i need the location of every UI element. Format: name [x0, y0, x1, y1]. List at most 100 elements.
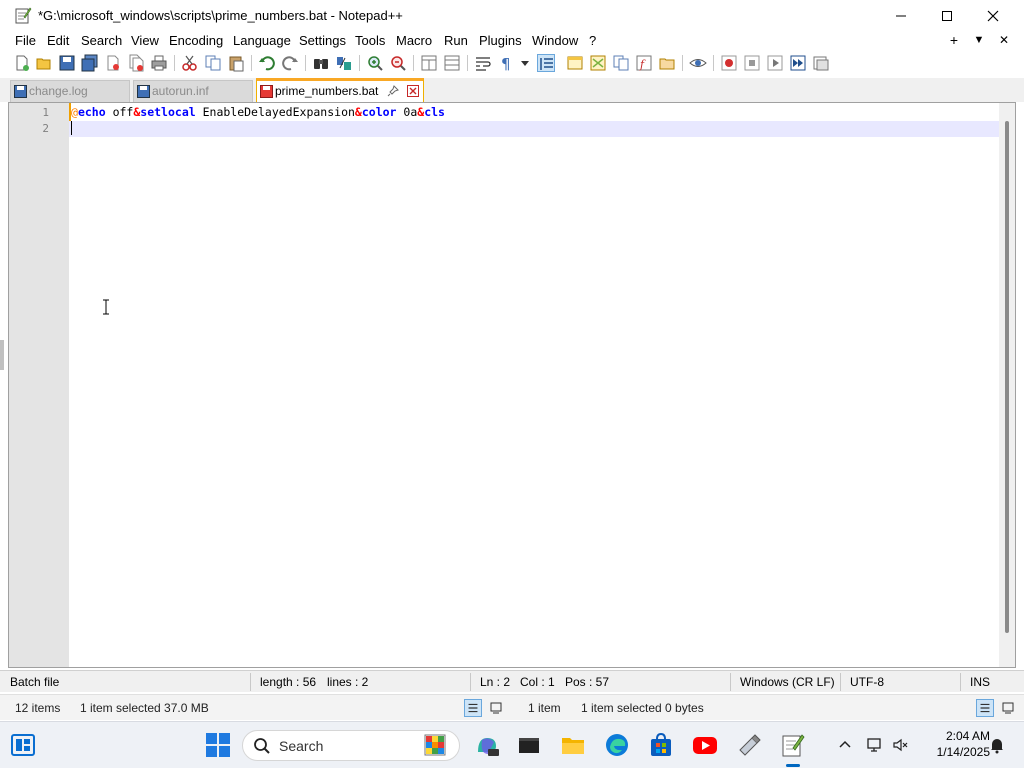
volume-muted-icon[interactable] — [892, 736, 910, 754]
menu-search[interactable]: Search — [81, 33, 122, 48]
run-macro-multiple-button[interactable] — [789, 54, 807, 72]
sync-vertical-button[interactable] — [420, 54, 438, 72]
redo-button[interactable] — [281, 54, 299, 72]
terminal-button[interactable] — [516, 732, 542, 758]
notification-bell-icon[interactable] — [988, 736, 1006, 754]
menu-encoding[interactable]: Encoding — [169, 33, 223, 48]
indent-guide-icon — [540, 58, 553, 70]
youtube-button[interactable] — [692, 732, 718, 758]
tiles-view-icon[interactable] — [999, 699, 1017, 717]
menu-tools[interactable]: Tools — [355, 33, 385, 48]
menu-language[interactable]: Language — [233, 33, 291, 48]
zoom-in-icon — [368, 56, 383, 71]
sync-horizontal-button[interactable] — [443, 54, 461, 72]
play-macro-button[interactable] — [766, 54, 784, 72]
print-button[interactable] — [150, 54, 168, 72]
close-all-button[interactable] — [127, 54, 145, 72]
tab-close-icon[interactable] — [407, 85, 419, 97]
close-button-tb[interactable] — [104, 54, 122, 72]
copilot-button[interactable] — [474, 732, 500, 758]
vertical-scrollbar[interactable] — [999, 103, 1015, 667]
menu-window[interactable]: Window — [532, 33, 578, 48]
save-button[interactable] — [58, 54, 76, 72]
new-file-button[interactable] — [13, 54, 31, 72]
code-token: @ — [71, 105, 78, 119]
show-chars-dropdown[interactable] — [516, 54, 534, 72]
replace-button[interactable] — [335, 54, 353, 72]
undo-button[interactable] — [258, 54, 276, 72]
function-list-button[interactable]: f — [635, 54, 653, 72]
tab-change-log[interactable]: change.log — [10, 80, 130, 102]
play-icon — [767, 55, 783, 71]
zoom-out-button[interactable] — [389, 54, 407, 72]
paste-button[interactable] — [227, 54, 245, 72]
save-macro-button[interactable] — [812, 54, 830, 72]
file-explorer-button[interactable] — [560, 732, 586, 758]
minimize-icon — [896, 15, 906, 17]
code-line-1[interactable]: @echo off & setlocal EnableDelayedExpansio… — [69, 105, 445, 121]
usb-drive-button[interactable] — [736, 732, 762, 758]
pin-icon[interactable] — [387, 85, 399, 97]
menu-edit[interactable]: Edit — [47, 33, 69, 48]
find-button[interactable] — [312, 54, 330, 72]
maximize-button[interactable] — [924, 0, 970, 32]
status-eol[interactable]: Windows (CR LF) — [740, 675, 835, 689]
new-tab-button[interactable]: + — [946, 32, 962, 48]
status-divider — [250, 673, 251, 691]
menu-plugins[interactable]: Plugins — [479, 33, 522, 48]
network-icon[interactable] — [866, 736, 884, 754]
details-view-icon[interactable] — [464, 699, 482, 717]
monitoring-button[interactable] — [689, 54, 707, 72]
stop-macro-button[interactable] — [743, 54, 761, 72]
taskbar-clock[interactable]: 2:04 AM 1/14/2025 — [918, 728, 990, 760]
sync-vertical-icon — [421, 55, 437, 71]
details-view-icon[interactable] — [976, 699, 994, 717]
tab-autorun-inf[interactable]: autorun.inf — [133, 80, 253, 102]
tiles-view-icon[interactable] — [487, 699, 505, 717]
define-language-button[interactable] — [566, 54, 584, 72]
open-file-button[interactable] — [35, 54, 53, 72]
save-all-button[interactable] — [81, 54, 99, 72]
show-all-chars-button[interactable]: ¶ — [497, 54, 515, 72]
tab-list-button[interactable]: ▼ — [971, 34, 987, 46]
tab-prime-numbers-bat[interactable]: prime_numbers.bat — [256, 78, 424, 102]
copy-button[interactable] — [204, 54, 222, 72]
toolbar-separator — [682, 55, 683, 71]
folder-workspace-button[interactable] — [658, 54, 676, 72]
zoom-in-button[interactable] — [366, 54, 384, 72]
doc-map-button[interactable] — [589, 54, 607, 72]
menu-settings[interactable]: Settings — [299, 33, 346, 48]
menu-view[interactable]: View — [131, 33, 159, 48]
scrollbar-thumb[interactable] — [1005, 121, 1009, 633]
minimize-button[interactable] — [878, 0, 924, 32]
menu-help[interactable]: ? — [589, 33, 596, 48]
start-button[interactable] — [205, 732, 231, 758]
paste-icon — [229, 56, 244, 72]
widgets-button[interactable] — [10, 732, 36, 758]
close-doc-button[interactable]: ✕ — [996, 33, 1012, 47]
indent-guide-button[interactable] — [537, 54, 555, 72]
menu-file[interactable]: File — [15, 33, 36, 48]
menu-macro[interactable]: Macro — [396, 33, 432, 48]
status-file-type: Batch file — [10, 675, 60, 689]
window-icon — [567, 56, 583, 70]
close-file-icon — [107, 55, 119, 71]
status-insert-mode[interactable]: INS — [970, 675, 990, 689]
store-button[interactable] — [648, 732, 674, 758]
doc-list-button[interactable] — [612, 54, 630, 72]
code-area[interactable]: @echo off & setlocal EnableDelayedExpansio… — [69, 103, 999, 667]
rubiks-app-button[interactable] — [422, 732, 448, 758]
notepadpp-taskbar-button[interactable] — [780, 732, 806, 758]
status-lines: lines : 2 — [327, 675, 369, 689]
chevron-up-icon[interactable] — [836, 736, 854, 754]
editor[interactable]: 1 2 @echo off & setlocal EnableDelayedExpa… — [8, 102, 1016, 668]
close-button[interactable] — [970, 0, 1016, 32]
menu-run[interactable]: Run — [444, 33, 468, 48]
code-line-2-current[interactable] — [69, 121, 999, 137]
word-wrap-icon — [476, 57, 491, 71]
word-wrap-button[interactable] — [474, 54, 492, 72]
record-macro-button[interactable] — [720, 54, 738, 72]
edge-browser-button[interactable] — [604, 732, 630, 758]
cut-button[interactable] — [181, 54, 199, 72]
status-encoding[interactable]: UTF-8 — [850, 675, 884, 689]
